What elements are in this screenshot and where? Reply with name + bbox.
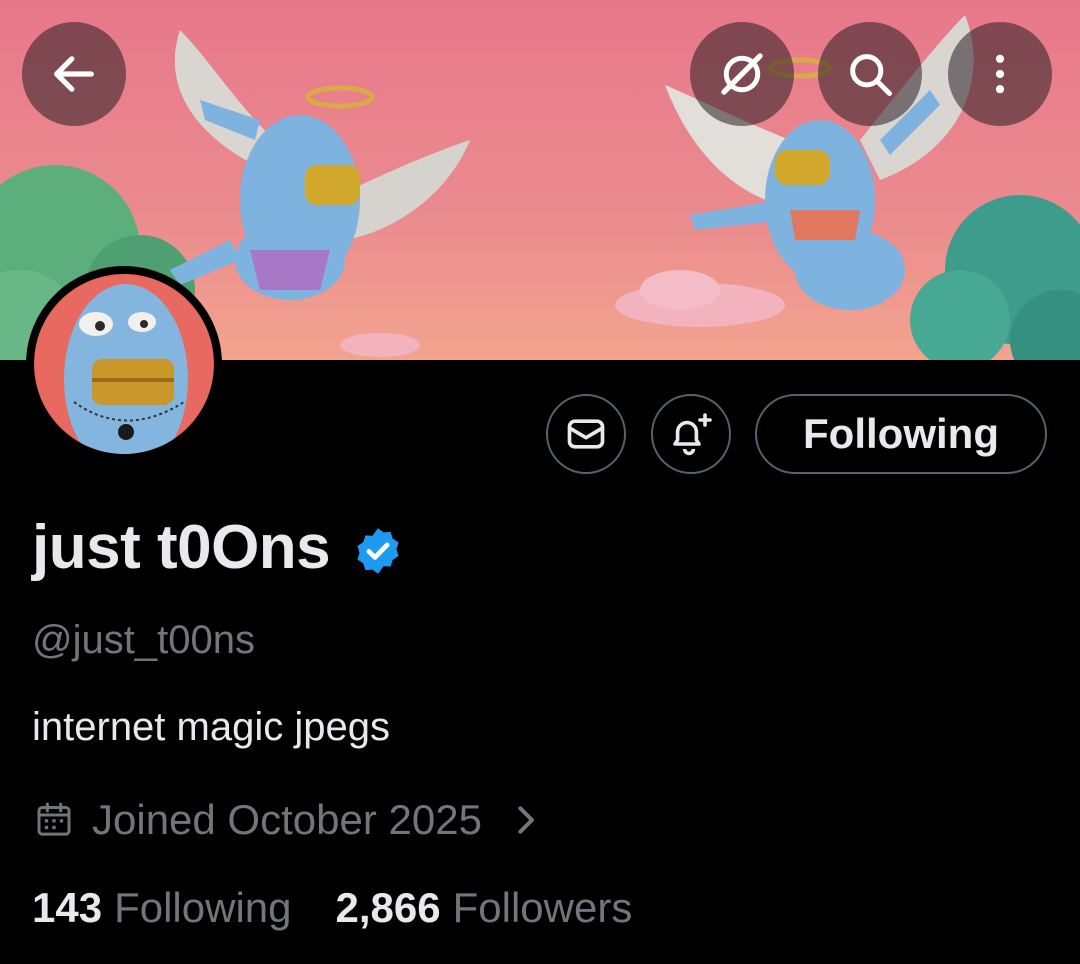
search-icon xyxy=(850,54,892,96)
avatar-image xyxy=(34,274,214,454)
name-row: just t0Ons xyxy=(32,512,404,583)
display-name: just t0Ons xyxy=(32,513,331,582)
arrow-left-icon xyxy=(54,56,94,92)
following-label: Following xyxy=(114,884,292,931)
followers-stat-link[interactable]: 2,866 Followers xyxy=(336,884,633,932)
message-button[interactable] xyxy=(546,394,626,474)
avatar[interactable] xyxy=(26,266,222,462)
following-count: 143 xyxy=(32,884,103,931)
envelope-icon xyxy=(567,419,605,449)
user-handle: @just_t00ns xyxy=(32,618,255,662)
more-vertical-icon xyxy=(995,54,1005,94)
follow-stats: 143 Following 2,866 Followers xyxy=(32,884,632,932)
followers-label: Followers xyxy=(452,884,633,931)
followers-count: 2,866 xyxy=(335,884,441,931)
more-button[interactable] xyxy=(948,22,1052,126)
verified-badge-icon[interactable] xyxy=(352,525,404,577)
following-button-label: Following xyxy=(803,410,999,457)
grok-button[interactable] xyxy=(690,22,794,126)
following-stat-link[interactable]: 143 Following xyxy=(32,884,292,932)
back-button[interactable] xyxy=(22,22,126,126)
bio: internet magic jpegs xyxy=(32,705,390,749)
notifications-button[interactable] xyxy=(651,394,731,474)
following-button[interactable]: Following xyxy=(755,394,1047,474)
joined-date: Joined October 2025 xyxy=(92,796,482,843)
grok-icon xyxy=(721,53,763,95)
joined-date-row[interactable]: Joined October 2025 xyxy=(34,796,542,844)
search-button[interactable] xyxy=(818,22,922,126)
bell-plus-icon xyxy=(673,413,712,456)
calendar-icon xyxy=(37,802,71,836)
chevron-right-icon xyxy=(518,806,534,834)
